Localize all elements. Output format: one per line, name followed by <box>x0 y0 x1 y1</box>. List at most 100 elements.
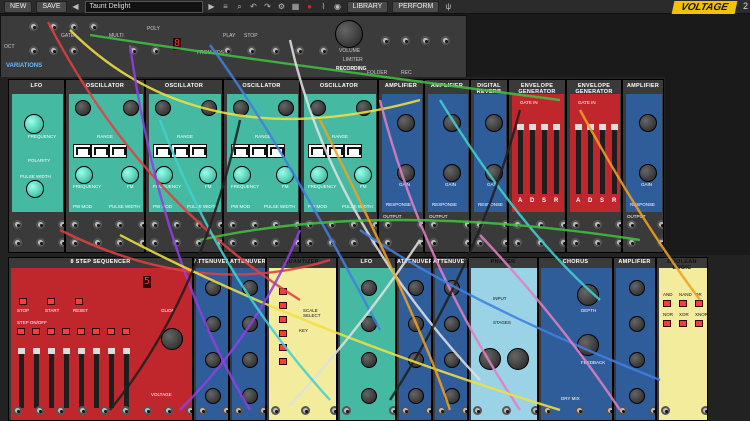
attenuverter-knob[interactable] <box>360 388 377 404</box>
attenuverter-knob[interactable] <box>628 388 645 404</box>
module-jack[interactable] <box>463 220 469 229</box>
attenuverter-knob[interactable] <box>444 388 460 404</box>
module-jack[interactable] <box>502 406 511 415</box>
module-jack[interactable] <box>115 220 125 229</box>
waveform-button[interactable] <box>326 144 344 158</box>
power-icon[interactable]: ◉ <box>333 2 343 12</box>
freq-mod-knob[interactable] <box>233 100 249 116</box>
module-jack[interactable] <box>13 406 22 415</box>
module-jack[interactable] <box>501 220 507 229</box>
adsr-slider[interactable] <box>599 124 606 194</box>
attenuverter-knob[interactable] <box>444 352 460 368</box>
waveform-button[interactable] <box>91 144 109 158</box>
header-jack[interactable] <box>381 36 390 45</box>
module-jack[interactable] <box>216 238 222 247</box>
module-jack[interactable] <box>401 406 410 415</box>
module-jack[interactable] <box>371 220 377 229</box>
attenuverter-knob[interactable] <box>360 316 377 332</box>
waveform-button[interactable] <box>73 144 91 158</box>
module-jack[interactable] <box>92 220 102 229</box>
module-jack[interactable] <box>501 238 507 247</box>
module-jack[interactable] <box>574 406 584 415</box>
header-jack[interactable] <box>295 46 304 55</box>
gain-knob[interactable] <box>397 164 415 182</box>
module-jack[interactable] <box>627 220 636 229</box>
search-icon[interactable]: ⌕ <box>235 2 245 12</box>
waveform-button[interactable] <box>109 144 127 158</box>
waveform-button[interactable] <box>308 144 326 158</box>
library-button[interactable]: LIBRARY <box>346 0 389 13</box>
attenuverter-knob[interactable] <box>628 352 645 368</box>
fm-knob[interactable] <box>276 166 294 184</box>
module-jack[interactable] <box>371 238 377 247</box>
fine-tune-knob[interactable] <box>356 100 372 116</box>
header-jack[interactable] <box>151 46 160 55</box>
waveform-button[interactable] <box>344 144 362 158</box>
step-slider[interactable] <box>33 348 40 408</box>
header-jack[interactable] <box>69 46 78 55</box>
module-jack[interactable] <box>615 238 621 247</box>
attenuverter-knob[interactable] <box>408 280 424 296</box>
attenuverter-knob[interactable] <box>205 388 221 404</box>
step-toggle[interactable] <box>122 328 130 335</box>
module-jack[interactable] <box>216 220 222 229</box>
waveform-button[interactable] <box>189 144 207 158</box>
undo-icon[interactable]: ↶ <box>249 2 259 12</box>
module-jack[interactable] <box>150 238 159 247</box>
module-jack[interactable] <box>349 238 358 247</box>
header-jack[interactable] <box>89 22 98 31</box>
lfo-frequency-knob[interactable] <box>24 114 44 134</box>
adsr-slider[interactable] <box>529 124 536 194</box>
note-button[interactable] <box>279 330 287 337</box>
header-jack[interactable] <box>401 36 410 45</box>
volume-knob[interactable] <box>335 20 363 48</box>
attenuverter-knob[interactable] <box>628 316 645 332</box>
module-jack[interactable] <box>475 220 484 229</box>
gear-icon[interactable]: ⚙ <box>277 2 287 12</box>
step-toggle[interactable] <box>92 328 100 335</box>
module-jack[interactable] <box>300 406 310 415</box>
module-jack[interactable] <box>657 238 663 247</box>
header-jack[interactable] <box>319 46 328 55</box>
new-button[interactable]: NEW <box>4 0 33 13</box>
adsr-slider[interactable] <box>541 124 548 194</box>
header-jack[interactable] <box>129 46 138 55</box>
feedback-knob[interactable] <box>577 334 599 356</box>
module-jack[interactable] <box>271 406 280 415</box>
step-slider[interactable] <box>93 348 100 408</box>
note-button[interactable] <box>279 358 287 365</box>
phaser-depth-knob[interactable] <box>507 348 529 370</box>
module-jack[interactable] <box>35 238 45 247</box>
module-jack[interactable] <box>115 238 125 247</box>
module-jack[interactable] <box>13 220 22 229</box>
adsr-slider[interactable] <box>587 124 594 194</box>
fine-tune-knob[interactable] <box>201 100 217 116</box>
attenuverter-knob[interactable] <box>205 316 221 332</box>
module-jack[interactable] <box>606 406 612 415</box>
attenuverter-knob[interactable] <box>408 352 424 368</box>
module-jack[interactable] <box>198 406 207 415</box>
module-jack[interactable] <box>249 220 259 229</box>
module-jack[interactable] <box>429 220 438 229</box>
fm-knob[interactable] <box>199 166 217 184</box>
dna-icon[interactable]: ψ <box>443 2 453 12</box>
header-jack[interactable] <box>49 46 58 55</box>
attenuverter-knob[interactable] <box>241 280 258 296</box>
module-jack[interactable] <box>383 220 392 229</box>
header-jack[interactable] <box>247 46 256 55</box>
step-toggle[interactable] <box>107 328 115 335</box>
variations-label[interactable]: VARIATIONS <box>6 63 42 69</box>
note-button[interactable] <box>279 316 287 323</box>
module-jack[interactable] <box>571 238 580 247</box>
frequency-knob[interactable] <box>233 166 251 184</box>
module-jack[interactable] <box>142 406 152 415</box>
note-button[interactable] <box>279 302 287 309</box>
module-jack[interactable] <box>70 220 79 229</box>
header-jack[interactable] <box>29 22 38 31</box>
module-jack[interactable] <box>327 238 336 247</box>
step-toggle[interactable] <box>17 328 25 335</box>
fm-knob[interactable] <box>121 166 139 184</box>
fine-tune-knob[interactable] <box>278 100 294 116</box>
module-jack[interactable] <box>389 406 395 415</box>
step-slider[interactable] <box>63 348 70 408</box>
